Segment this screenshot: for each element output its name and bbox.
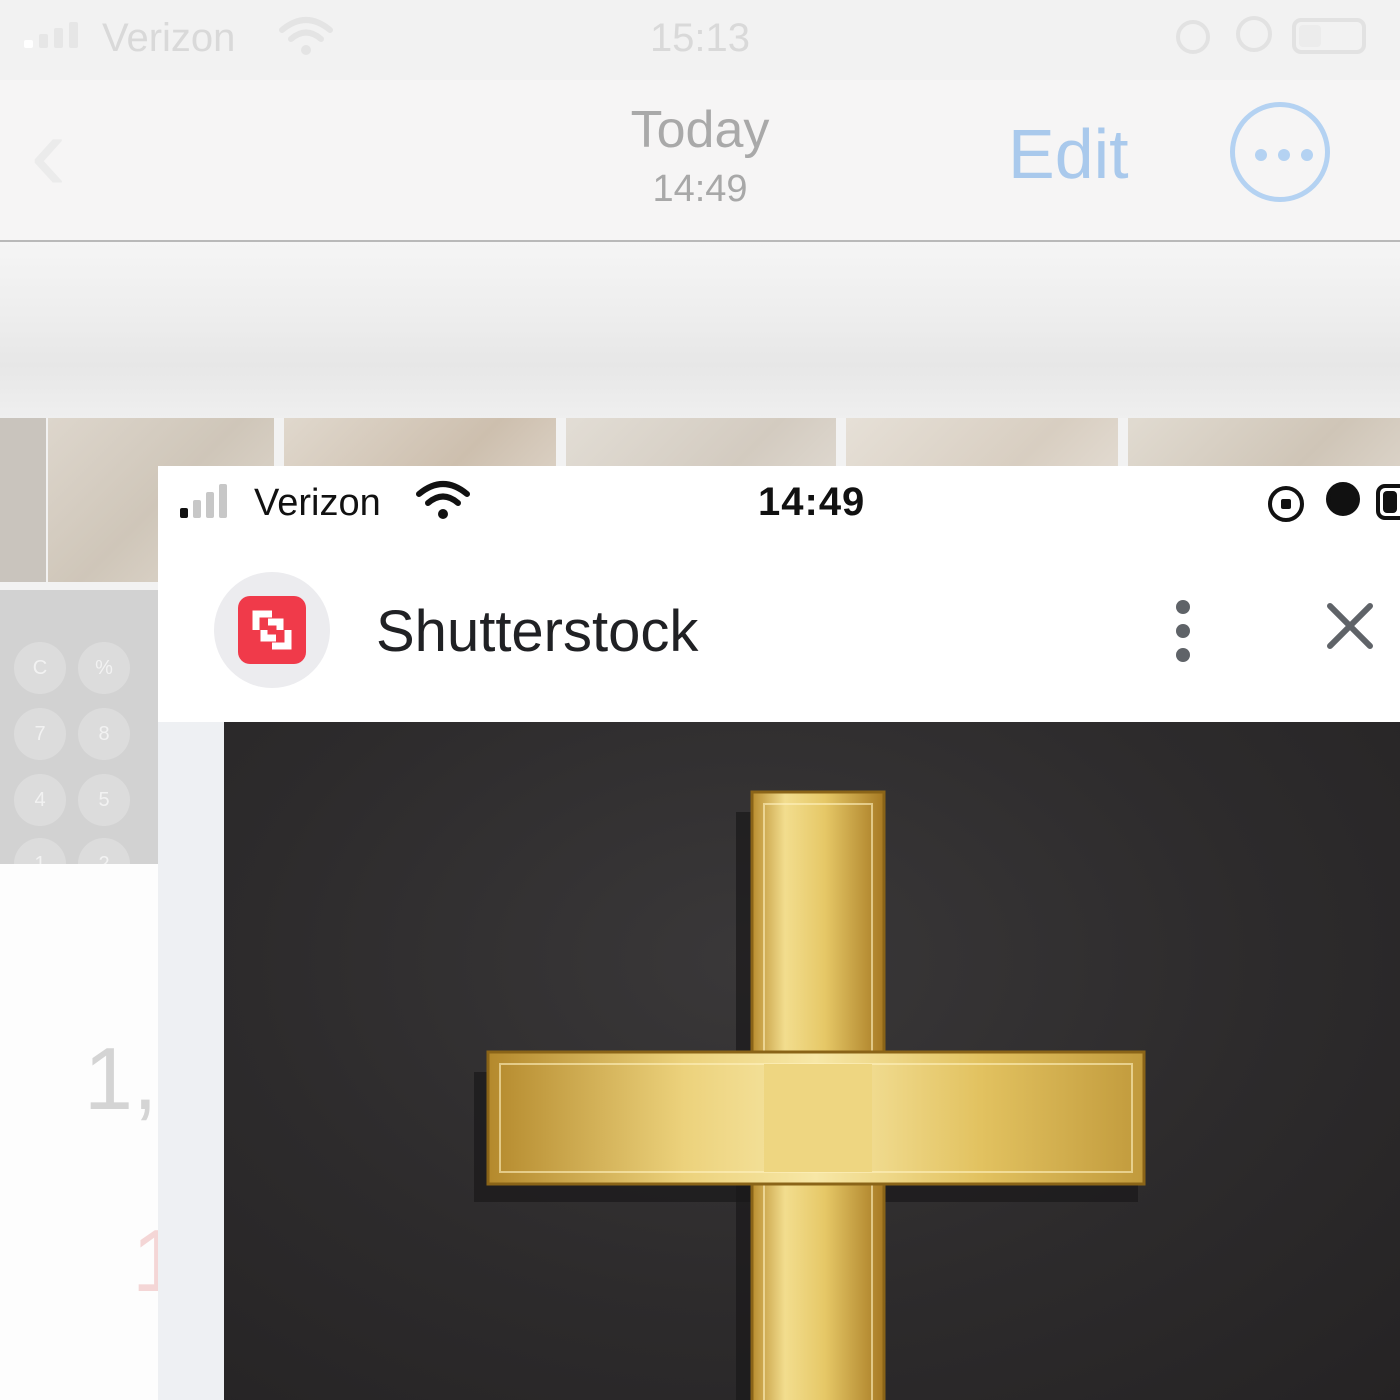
more-options-icon[interactable] <box>1230 102 1330 202</box>
wifi-icon <box>416 481 470 519</box>
calc-key: 7 <box>14 708 66 760</box>
edit-button[interactable]: Edit <box>1008 114 1129 194</box>
status-time: 14:49 <box>758 480 866 524</box>
nav-subtitle: 14:49 <box>652 168 748 210</box>
carrier-label: Verizon <box>254 482 381 524</box>
app-title: Shutterstock <box>376 599 699 664</box>
nav-title: Today <box>630 101 770 159</box>
calc-key: 8 <box>78 708 130 760</box>
alarm-icon <box>1236 16 1272 52</box>
calc-key: C <box>14 642 66 694</box>
alarm-icon <box>1326 482 1360 516</box>
battery-icon <box>1292 18 1366 54</box>
calculator-thumbnail[interactable]: C % 7 8 4 5 1 2 <box>0 590 160 890</box>
close-icon[interactable] <box>1324 600 1376 652</box>
shutterstock-logo-icon[interactable] <box>214 572 330 688</box>
signal-icon <box>180 484 227 518</box>
background-status-bar: Verizon 15:13 <box>0 0 1400 80</box>
screenshot-card[interactable]: Verizon 14:49 Shutterstock <box>158 466 1400 1400</box>
background-nav-bar: ‹ Today 14:49 Edit <box>0 80 1400 242</box>
page-margin <box>158 722 224 1400</box>
calc-key: 4 <box>14 774 66 826</box>
photo-thumbnail[interactable] <box>0 418 46 582</box>
app-header: Shutterstock <box>158 546 1400 722</box>
rotation-lock-icon <box>1268 486 1304 522</box>
blurred-region <box>0 242 1400 418</box>
background-number: 1, <box>84 1029 158 1128</box>
rotation-lock-icon <box>1176 20 1210 54</box>
calc-key: 5 <box>78 774 130 826</box>
vertical-dots-icon[interactable] <box>1168 600 1198 662</box>
calc-key: % <box>78 642 130 694</box>
background-panel <box>0 864 160 1400</box>
battery-icon <box>1376 484 1400 520</box>
golden-cross-icon <box>474 790 1146 1400</box>
cross-image[interactable] <box>224 722 1400 1400</box>
status-bar: Verizon 14:49 <box>158 466 1400 546</box>
